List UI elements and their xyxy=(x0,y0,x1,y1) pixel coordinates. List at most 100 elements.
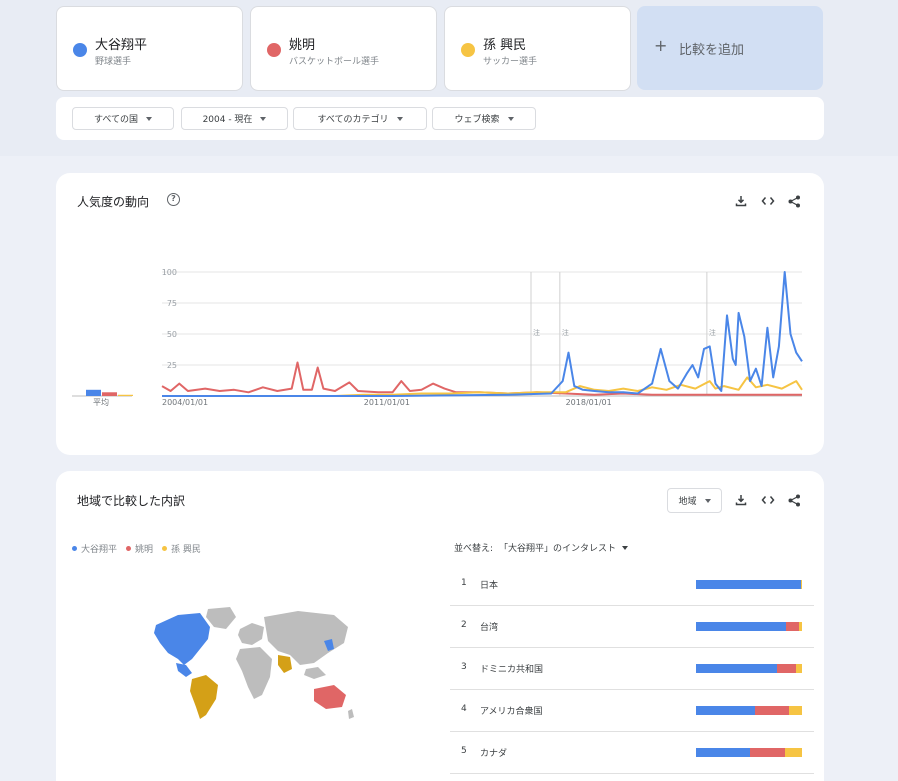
share-segment xyxy=(696,748,751,757)
filter-label: すべてのカテゴリ xyxy=(317,115,389,125)
term-color-dot xyxy=(267,43,281,57)
share-segment xyxy=(795,664,802,673)
y-tick-label: 50 xyxy=(167,330,177,339)
share-bar xyxy=(696,748,802,757)
embed-code-icon[interactable] xyxy=(761,493,775,507)
term-name: 姚明 xyxy=(289,38,316,53)
term-name: 大谷翔平 xyxy=(95,38,148,53)
panel-title: 地域で比較した内訳 xyxy=(77,494,186,508)
caret-down-icon xyxy=(622,545,629,550)
filter-category[interactable]: すべてのカテゴリ xyxy=(293,107,427,130)
average-bar xyxy=(118,394,133,396)
legend-dot xyxy=(126,546,132,551)
map-region-greenland[interactable] xyxy=(206,607,236,629)
y-tick-label: 100 xyxy=(162,268,177,277)
x-tick-label: 2018/01/01 xyxy=(566,398,612,407)
x-tick-label: 2011/01/01 xyxy=(364,398,410,407)
map-region-south-asia[interactable] xyxy=(278,655,292,673)
share-segment xyxy=(696,622,787,631)
rank-number: 4 xyxy=(461,704,467,714)
filter-label: ウェブ検索 xyxy=(454,115,500,125)
share-segment xyxy=(750,748,786,757)
share-segment xyxy=(755,706,790,715)
filter-time-range[interactable]: 2004 - 現在 xyxy=(181,107,288,130)
share-segment xyxy=(800,580,802,589)
average-bar xyxy=(102,392,117,396)
map-region-north-america[interactable] xyxy=(154,613,210,665)
rank-number: 2 xyxy=(461,620,467,630)
world-map[interactable] xyxy=(148,603,358,723)
map-region-new-zealand[interactable] xyxy=(348,709,354,719)
trend-chart: 100 75 50 25 注 注 注 2004/01/01 2011/01/01 2018/01/… xyxy=(72,268,803,407)
map-region-southeast-asia[interactable] xyxy=(304,667,326,679)
filter-label: すべての国 xyxy=(93,115,138,125)
caret-down-icon xyxy=(396,116,403,121)
caret-down-icon xyxy=(507,116,514,121)
rank-number: 5 xyxy=(461,746,467,756)
series-line xyxy=(161,361,802,396)
download-icon[interactable] xyxy=(734,493,748,507)
region-name: ドミニカ共和国 xyxy=(480,665,544,675)
region-name: カナダ xyxy=(480,749,508,759)
map-legend: 大谷翔平 姚明 孫 興民 xyxy=(72,542,201,555)
region-row[interactable]: 1 日本 xyxy=(450,564,814,606)
term-subtitle: バスケットボール選手 xyxy=(289,57,380,67)
region-row[interactable]: 2 台湾 xyxy=(450,606,814,648)
note-marker-label: 注 xyxy=(709,328,716,337)
caret-down-icon xyxy=(260,116,267,121)
share-bar xyxy=(696,622,802,631)
term-card-3[interactable]: 孫 興民 サッカー選手 xyxy=(444,6,631,91)
region-level-select[interactable]: 地域 xyxy=(667,488,722,513)
legend-item: 大谷翔平 xyxy=(72,542,117,555)
region-breakdown-panel: 地域で比較した内訳 地域 大谷翔平 姚明 孫 興民 並べ替え: 「大谷翔平」のイ… xyxy=(56,471,824,781)
region-row[interactable]: 5 カナダ xyxy=(450,732,814,774)
filter-bar: すべての国 2004 - 現在 すべてのカテゴリ ウェブ検索 xyxy=(56,97,824,140)
term-subtitle: サッカー選手 xyxy=(483,57,538,67)
share-segment xyxy=(696,664,777,673)
legend-label: 姚明 xyxy=(135,545,154,555)
filter-search-type[interactable]: ウェブ検索 xyxy=(432,107,536,130)
map-region-asia[interactable] xyxy=(264,611,348,665)
term-subtitle: 野球選手 xyxy=(95,57,132,67)
term-card-2[interactable]: 姚明 バスケットボール選手 xyxy=(250,6,437,91)
select-value: 地域 xyxy=(678,497,697,507)
term-card-1[interactable]: 大谷翔平 野球選手 xyxy=(56,6,243,91)
share-segment xyxy=(696,706,756,715)
share-icon[interactable] xyxy=(787,493,801,507)
map-region-africa[interactable] xyxy=(236,647,272,699)
series-line xyxy=(162,376,803,397)
region-name: アメリカ合衆国 xyxy=(480,707,543,717)
term-name: 孫 興民 xyxy=(483,38,527,53)
x-tick-label: 2004/01/01 xyxy=(162,398,208,407)
filter-country[interactable]: すべての国 xyxy=(72,107,174,130)
legend-label: 孫 興民 xyxy=(171,545,201,555)
add-comparison-button[interactable]: + 比較を追加 xyxy=(637,6,823,90)
legend-dot xyxy=(72,546,77,551)
average-bar xyxy=(86,389,101,396)
region-name: 台湾 xyxy=(480,623,499,633)
share-bar xyxy=(696,706,802,715)
rank-number: 1 xyxy=(461,578,467,588)
y-tick-label: 25 xyxy=(167,361,177,370)
term-color-dot xyxy=(461,43,475,57)
interest-over-time-panel: 人気度の動向 ? 100 75 50 25 注注注 2004/01/01 2011/01/0… xyxy=(56,173,824,455)
region-row[interactable]: 3 ドミニカ共和国 xyxy=(450,648,814,690)
caret-down-icon xyxy=(146,116,152,121)
sort-value: 「大谷翔平」のインタレスト xyxy=(499,544,617,554)
legend-item: 孫 興民 xyxy=(162,542,201,555)
add-comparison-label: 比較を追加 xyxy=(679,43,745,58)
region-name: 日本 xyxy=(480,581,499,591)
share-segment xyxy=(785,748,802,757)
legend-dot xyxy=(162,546,168,551)
share-segment xyxy=(789,706,802,715)
map-region-central-america[interactable] xyxy=(176,663,192,677)
map-region-australia[interactable] xyxy=(314,685,346,709)
map-region-south-america[interactable] xyxy=(190,675,218,719)
caret-down-icon xyxy=(704,498,711,503)
share-bar xyxy=(696,664,802,673)
sort-control[interactable]: 並べ替え: 「大谷翔平」のインタレスト xyxy=(454,541,629,554)
sort-label: 並べ替え: xyxy=(454,544,494,554)
map-region-europe[interactable] xyxy=(238,623,264,645)
region-row[interactable]: 4 アメリカ合衆国 xyxy=(450,690,814,732)
plus-icon: + xyxy=(654,36,668,55)
